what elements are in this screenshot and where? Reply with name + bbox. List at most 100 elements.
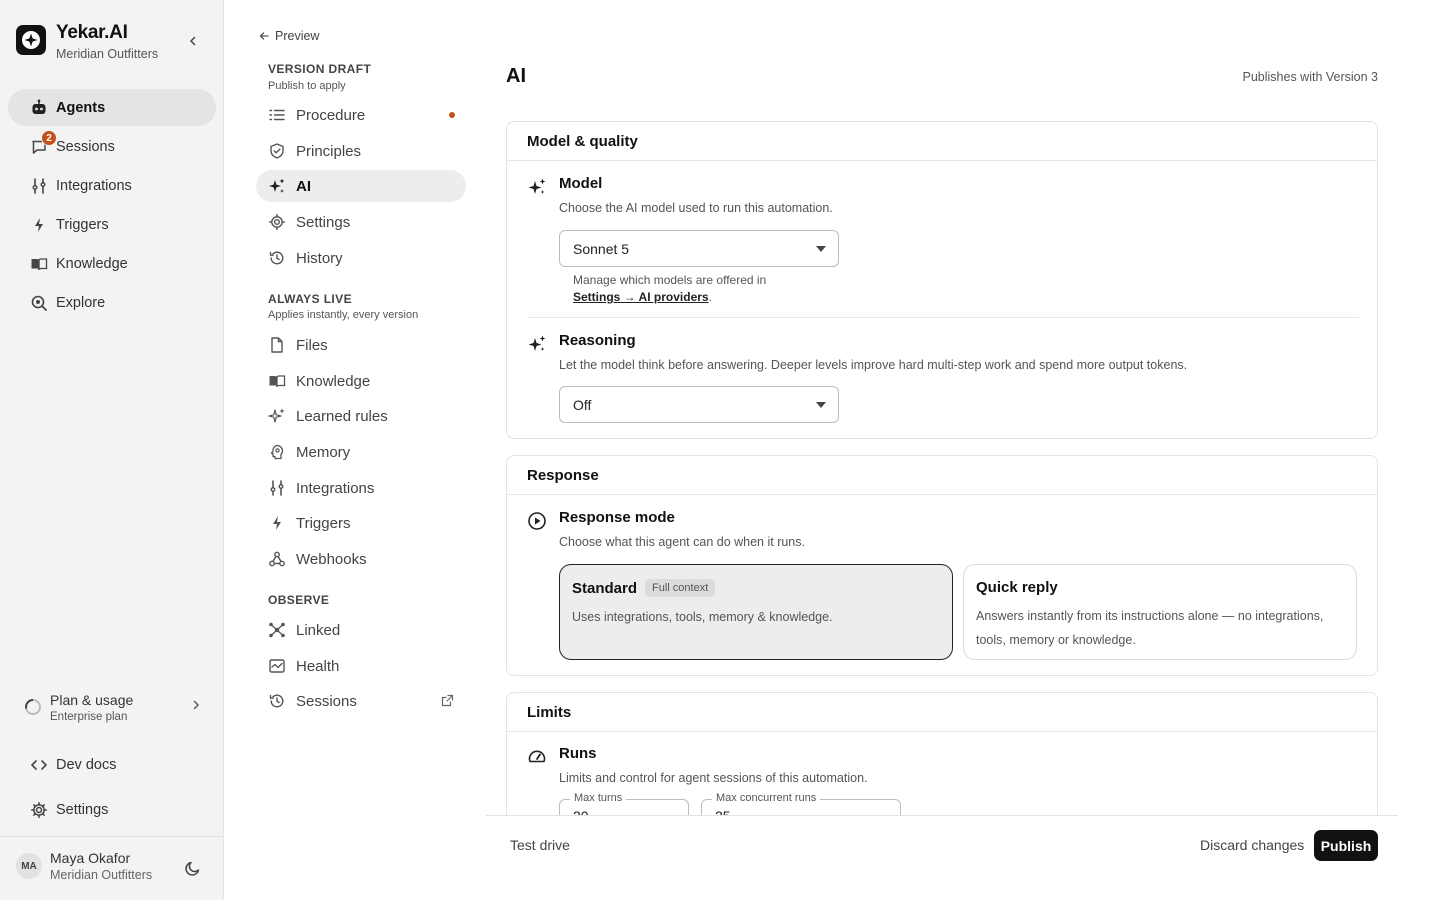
subnav-item-label: Triggers (296, 514, 351, 532)
subnav-item-label: Webhooks (296, 550, 367, 568)
model-select[interactable]: Sonnet 5 (559, 230, 839, 267)
brand-logo-icon (16, 25, 46, 55)
group-title-version-draft: VERSION DRAFT (268, 62, 372, 76)
user-org: Meridian Outfitters (50, 868, 153, 882)
robot-icon (30, 99, 48, 117)
unsaved-changes-dot (449, 112, 455, 118)
model-helper-text: Manage which models are offered in Setti… (573, 272, 766, 306)
publish-version-note: Publishes with Version 3 (1242, 70, 1379, 84)
runs-title: Runs (559, 745, 597, 762)
response-mode-title: Response mode (559, 509, 675, 526)
explore-search-icon (30, 294, 48, 312)
nav-item-integrations[interactable]: Integrations (8, 167, 216, 204)
history-icon (268, 249, 286, 267)
max-concurrent-runs-field[interactable]: Max concurrent runs 25 (701, 792, 901, 815)
subnav-item-label: Knowledge (296, 372, 371, 390)
reasoning-title: Reasoning (559, 332, 636, 349)
subnav-item-settings[interactable]: Settings (256, 206, 466, 238)
nav-item-sessions[interactable]: 2 Sessions (8, 128, 216, 165)
subnav-item-label: Files (296, 336, 328, 354)
card-title: Response (507, 456, 1377, 495)
user-name: Maya Okafor (50, 850, 131, 866)
gauge-icon (527, 747, 547, 767)
subnav-item-triggers[interactable]: Triggers (256, 507, 466, 539)
subnav-item-health[interactable]: Health (256, 650, 466, 682)
lightning-icon (30, 216, 48, 234)
main-content: AI Publishes with Version 3 Model & qual… (506, 0, 1378, 815)
response-mode-option-quick-reply[interactable]: Quick reply Answers instantly from its i… (963, 564, 1357, 660)
response-mode-section: Response mode Choose what this agent can… (527, 509, 1357, 669)
subnav-item-history[interactable]: History (256, 242, 466, 274)
external-link-icon (441, 694, 454, 707)
page-title: AI (506, 65, 526, 87)
subnav-item-label: History (296, 249, 343, 267)
file-icon (268, 336, 286, 354)
subnav-item-knowledge[interactable]: Knowledge (256, 365, 466, 397)
brand-org: Meridian Outfitters (56, 47, 159, 61)
chevron-left-icon (190, 36, 196, 46)
response-mode-option-standard[interactable]: Standard Full context Uses integrations, … (559, 564, 953, 660)
subnav-item-procedure[interactable]: Procedure (256, 99, 466, 131)
subnav-item-integrations[interactable]: Integrations (256, 472, 466, 504)
settings-label: Settings (56, 802, 109, 818)
nav-item-explore[interactable]: Explore (8, 284, 216, 321)
sparkles-icon (268, 407, 286, 425)
nav-item-triggers[interactable]: Triggers (8, 206, 216, 243)
subnav-item-label: AI (296, 177, 311, 195)
usage-ring-icon (24, 698, 42, 716)
subnav-item-label: Settings (296, 213, 351, 231)
theme-toggle-button[interactable] (184, 859, 202, 877)
publish-button[interactable]: Publish (1314, 830, 1378, 861)
subnav-item-linked[interactable]: Linked (256, 614, 466, 646)
group-subtitle: Applies instantly, every version (268, 309, 419, 321)
helper-text-end: . (708, 290, 712, 304)
health-chart-icon (268, 657, 286, 675)
helper-text: Manage which models are offered in (573, 273, 767, 287)
model-quality-card: Model & quality Model Choose the AI mode… (506, 121, 1378, 439)
subnav-item-files[interactable]: Files (256, 329, 466, 361)
subnav-item-webhooks[interactable]: Webhooks (256, 543, 466, 575)
play-circle-icon (527, 511, 547, 531)
caret-down-icon (816, 246, 826, 252)
ai-providers-settings-link[interactable]: Settings → AI providers (573, 290, 709, 304)
discard-changes-button[interactable]: Discard changes (1200, 837, 1304, 853)
book-icon (30, 255, 48, 273)
dev-docs-link[interactable]: Dev docs (30, 753, 116, 777)
subnav-item-learned-rules[interactable]: Learned rules (256, 400, 466, 432)
reasoning-select[interactable]: Off (559, 386, 839, 423)
option-description: Answers instantly from its instructions … (976, 609, 1324, 647)
model-description: Choose the AI model used to run this aut… (559, 201, 833, 215)
back-to-preview-link[interactable]: Preview (258, 29, 319, 43)
code-icon (30, 756, 48, 774)
reasoning-section: Reasoning Let the model think before ans… (527, 332, 1357, 432)
nav-item-label: Integrations (56, 177, 132, 194)
nav-item-knowledge[interactable]: Knowledge (8, 245, 216, 282)
subnav-item-sessions[interactable]: Sessions (256, 685, 466, 717)
plan-usage-link[interactable]: Plan & usage Enterprise plan (16, 686, 212, 728)
plan-title: Plan & usage (50, 691, 134, 708)
limits-card: Limits Runs Limits and control for agent… (506, 692, 1378, 815)
user-profile[interactable]: MA Maya Okafor Meridian Outfitters (16, 850, 152, 882)
plan-subtitle: Enterprise plan (50, 710, 128, 723)
group-title-observe: OBSERVE (268, 593, 330, 607)
subnav-item-memory[interactable]: Memory (256, 436, 466, 468)
section-divider (527, 317, 1359, 318)
nav-item-label: Explore (56, 294, 106, 311)
model-section: Model Choose the AI model used to run th… (527, 175, 1357, 305)
action-footer: Test drive Discard changes Publish (486, 815, 1398, 900)
subnav-item-ai[interactable]: AI (256, 170, 466, 202)
book-icon (268, 372, 286, 390)
max-turns-field[interactable]: Max turns 20 (559, 792, 689, 815)
max-turns-label: Max turns (570, 792, 627, 804)
history-icon (268, 692, 286, 710)
nav-item-label: Sessions (56, 138, 115, 155)
brand[interactable]: Yekar.AI Meridian Outfitters (16, 22, 158, 61)
nav-item-agents[interactable]: Agents (8, 89, 216, 126)
nav-item-label: Triggers (56, 216, 109, 233)
test-drive-button[interactable]: Test drive (510, 837, 570, 853)
nav-item-label: Knowledge (56, 255, 128, 272)
collapse-sidebar-button[interactable] (184, 32, 202, 50)
subnav-item-principles[interactable]: Principles (256, 135, 466, 167)
subnav-item-label: Principles (296, 142, 362, 160)
settings-link[interactable]: Settings (30, 798, 108, 822)
